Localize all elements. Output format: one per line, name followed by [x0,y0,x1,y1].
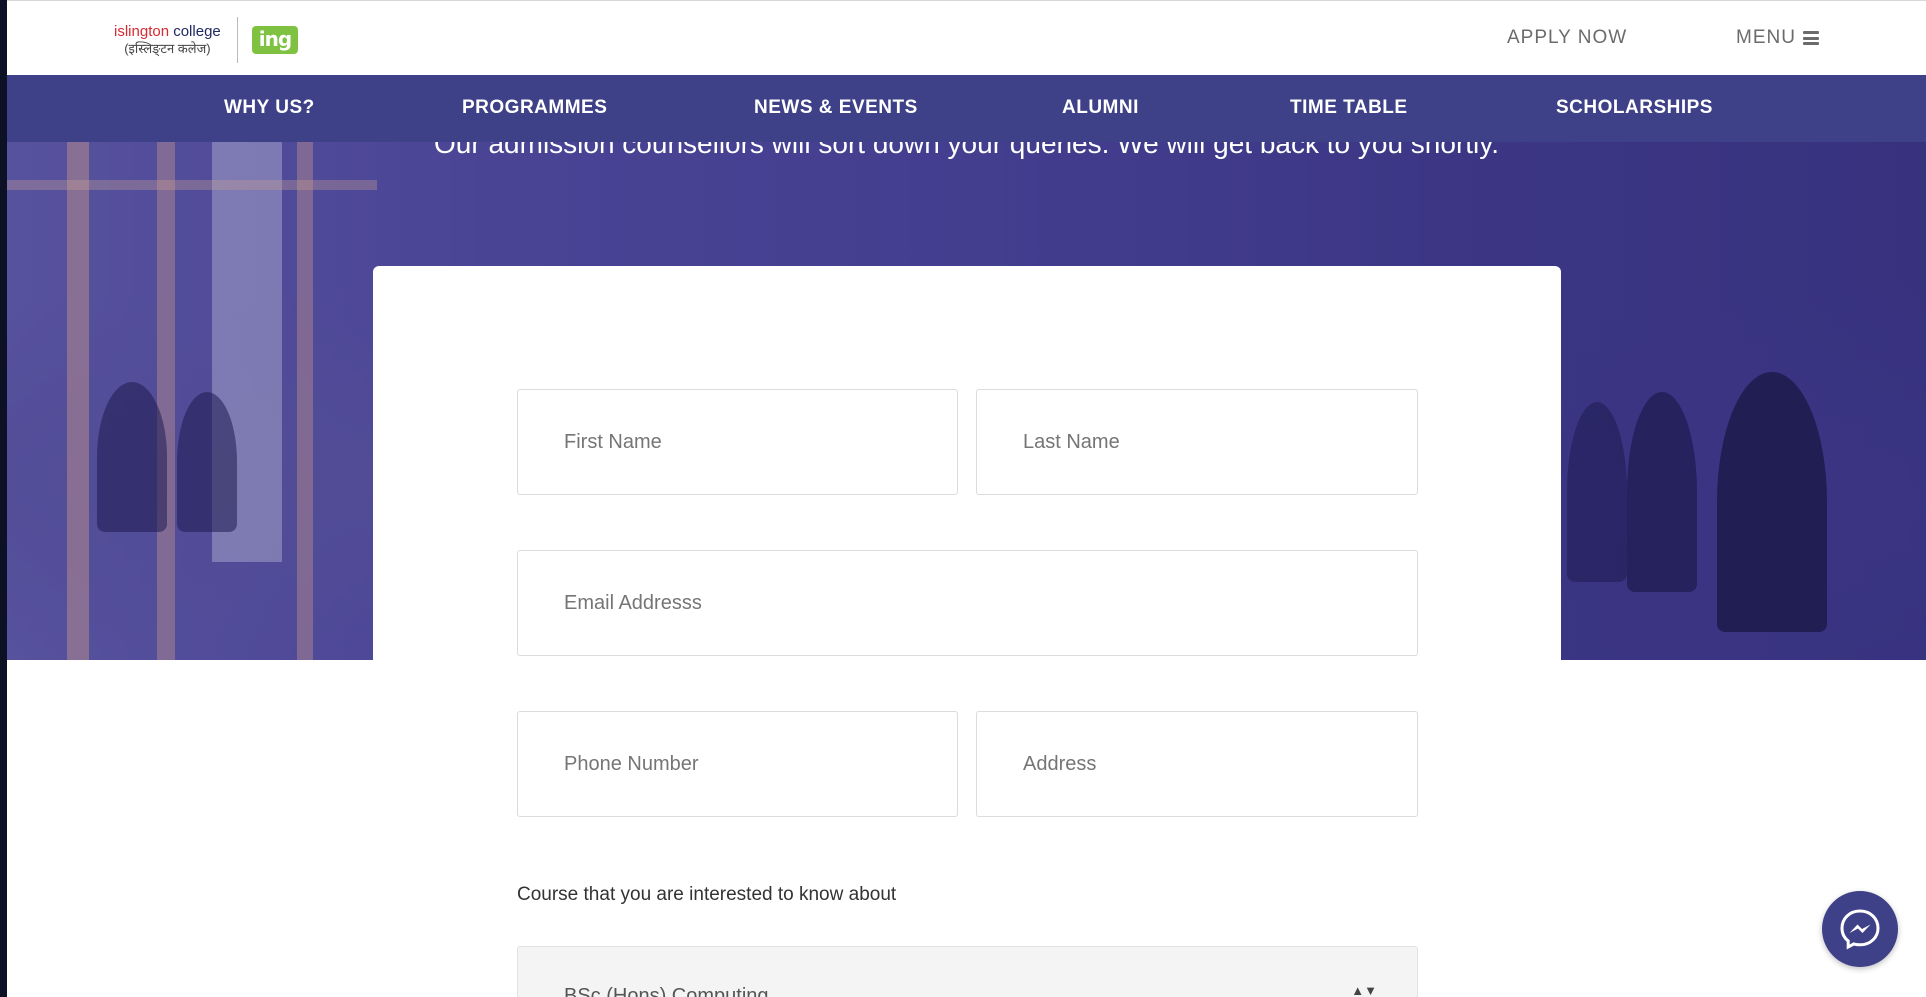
address-input[interactable] [977,712,1417,816]
messenger-chat-button[interactable] [1822,891,1898,967]
course-label: Course that you are interested to know a… [517,884,897,905]
logo-local-name: (इस्लिङ्टन कलेज) [124,41,211,57]
course-select[interactable]: BSc (Hons) Computing ▲▼ [517,946,1418,997]
nav-item-why-us[interactable]: WHY US? [224,97,315,119]
apply-now-link[interactable]: APPLY NOW [1507,27,1627,49]
window-edge [0,0,7,997]
first-name-field[interactable] [517,389,958,495]
nav-item-programmes[interactable]: PROGRAMMES [462,97,607,119]
address-field[interactable] [976,711,1418,817]
logo-name-suffix: college [173,23,221,41]
last-name-field[interactable] [976,389,1418,495]
first-name-input[interactable] [518,390,957,494]
menu-button[interactable]: MENU [1736,27,1819,49]
messenger-icon [1840,909,1880,950]
page-viewport: Our admission counsellors will sort down… [7,0,1926,997]
logo-divider [236,17,238,63]
logo-name-main: slington [117,23,170,41]
updown-chevron-icon: ▲▼ [1351,983,1377,997]
nav-item-scholarships[interactable]: SCHOLARSHIPS [1556,97,1713,119]
menu-label: MENU [1736,27,1796,48]
course-select-value: BSc (Hons) Computing [564,985,769,997]
nav-item-news-events[interactable]: NEWS & EVENTS [754,97,918,119]
nav-item-time-table[interactable]: TIME TABLE [1290,97,1408,119]
email-field[interactable] [517,550,1418,656]
college-logo[interactable]: islington college (इस्लिङ्टन कलेज) ing [114,17,299,63]
logo-wordmark: islington college (इस्लिङ्टन कलेज) [114,23,221,57]
email-input[interactable] [518,551,1417,655]
phone-field[interactable] [517,711,958,817]
main-nav: WHY US? PROGRAMMES NEWS & EVENTS ALUMNI … [7,75,1926,142]
top-header: islington college (इस्लिङ्टन कलेज) ing A… [7,0,1926,75]
nav-item-alumni[interactable]: ALUMNI [1062,97,1139,119]
last-name-input[interactable] [977,390,1417,494]
hero-subtitle: Our admission counsellors will sort down… [434,142,1499,159]
hamburger-icon [1802,29,1819,48]
ing-badge: ing [251,26,299,54]
phone-input[interactable] [518,712,957,816]
